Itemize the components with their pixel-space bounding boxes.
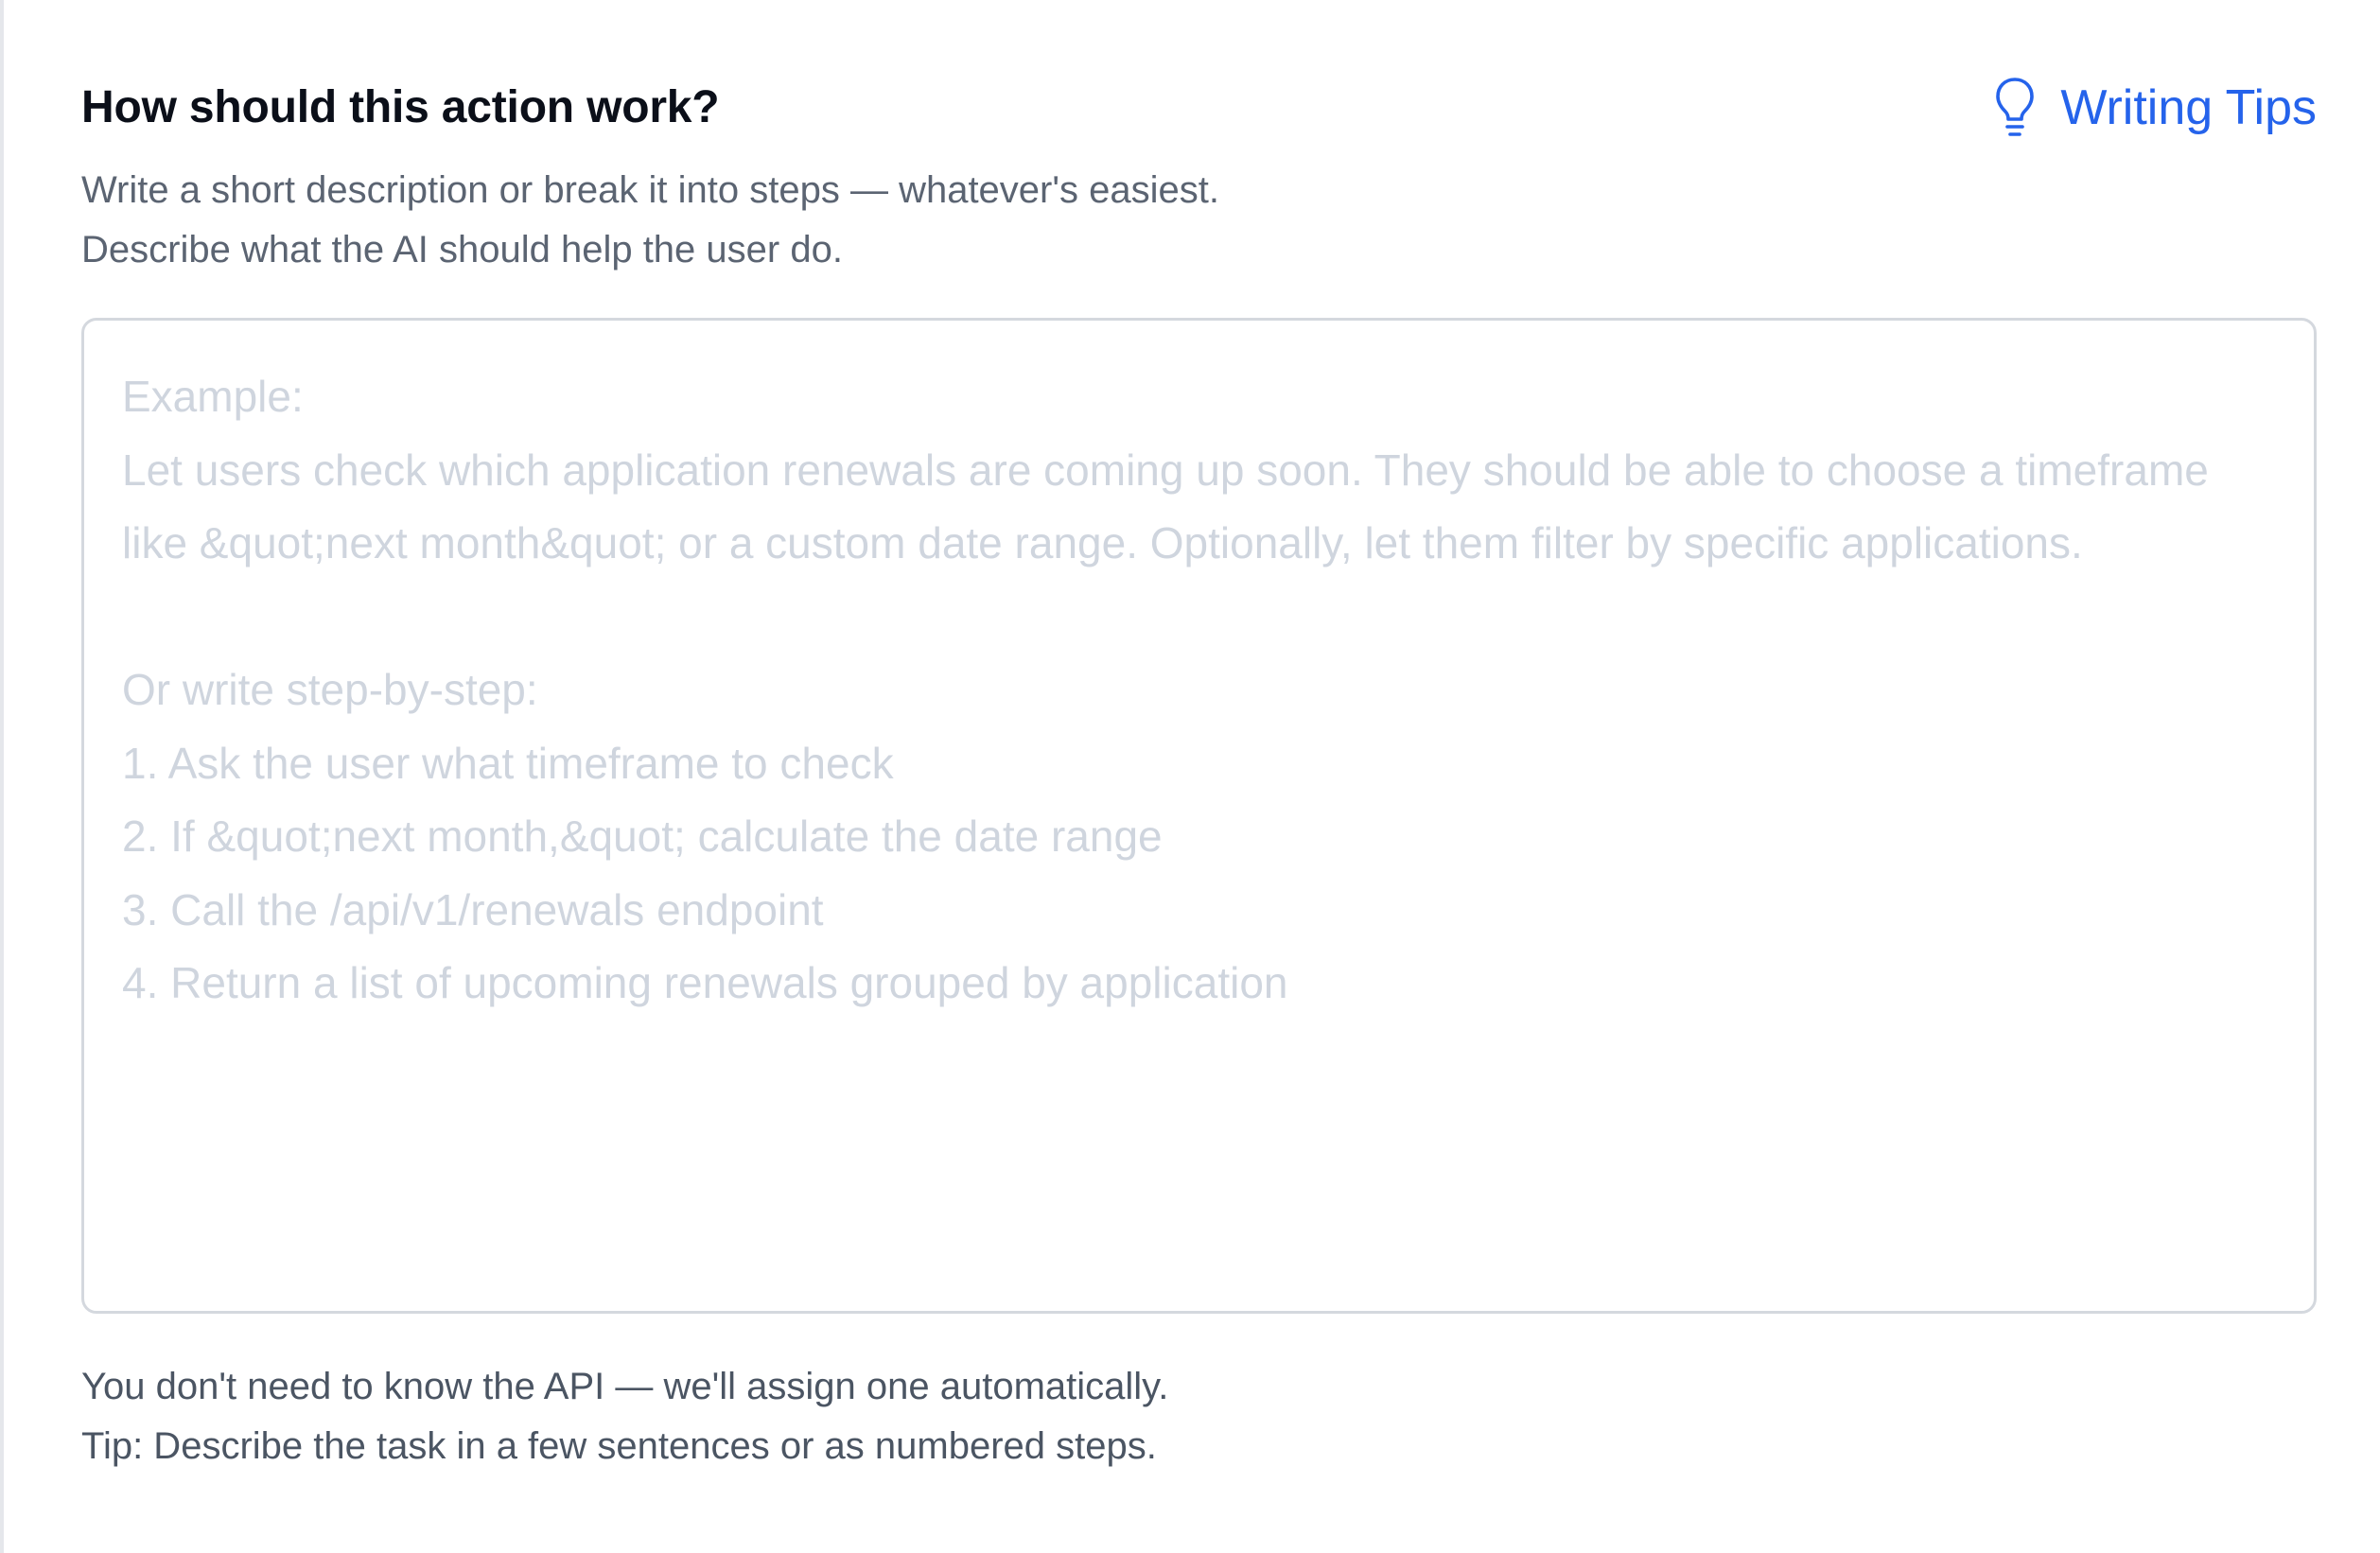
section-description: Write a short description or break it in… (81, 161, 2317, 280)
writing-tips-link[interactable]: Writing Tips (1994, 76, 2317, 140)
action-description-textarea[interactable] (84, 321, 2314, 1311)
helper-line-2: Tip: Describe the task in a few sentence… (81, 1425, 1157, 1467)
writing-tips-label: Writing Tips (2060, 80, 2317, 135)
description-line-2: Describe what the AI should help the use… (81, 229, 843, 270)
action-description-panel: How should this action work? Writing Tip… (81, 66, 2317, 1476)
description-textarea-container (81, 318, 2317, 1314)
left-edge-divider (0, 0, 4, 1553)
panel-header: How should this action work? Writing Tip… (81, 66, 2317, 153)
description-line-1: Write a short description or break it in… (81, 169, 1219, 211)
section-title: How should this action work? (81, 82, 720, 132)
helper-text: You don't need to know the API — we'll a… (81, 1357, 2317, 1476)
lightbulb-icon (1994, 76, 2036, 140)
helper-line-1: You don't need to know the API — we'll a… (81, 1366, 1169, 1407)
